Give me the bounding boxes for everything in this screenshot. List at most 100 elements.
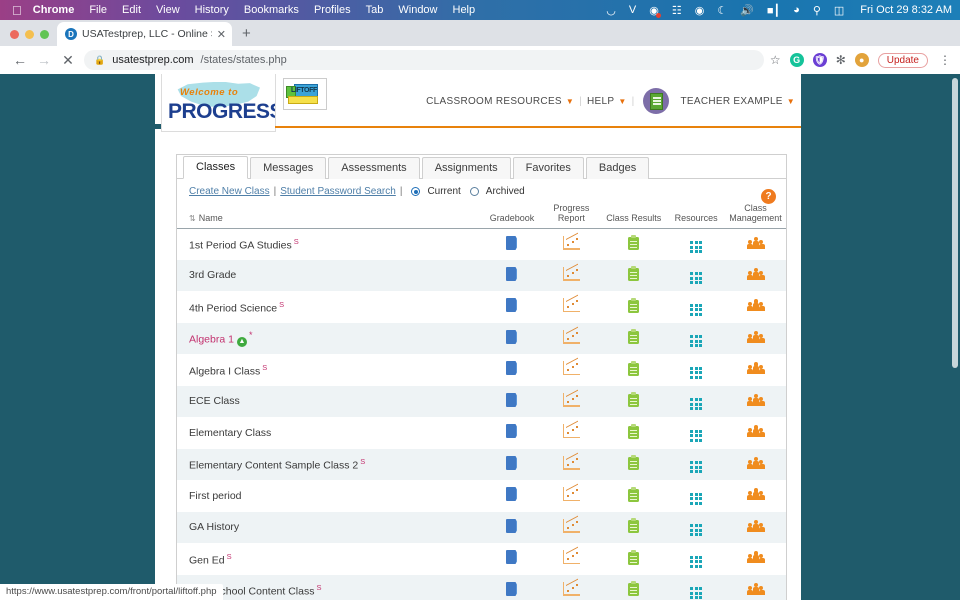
- class-management-cell[interactable]: [725, 228, 786, 260]
- class-results-cell[interactable]: [600, 575, 667, 600]
- gradebook-cell[interactable]: [482, 386, 543, 418]
- new-tab-button[interactable]: +: [232, 25, 259, 46]
- class-name-cell[interactable]: High School Content Class S: [177, 575, 482, 600]
- student-password-search-link[interactable]: Student Password Search: [280, 186, 396, 197]
- address-bar[interactable]: 🔒 usatestprep.com/states/states.php: [84, 50, 764, 70]
- progress-report-cell[interactable]: [542, 575, 600, 600]
- class-name-cell[interactable]: Algebra I Class S: [177, 354, 482, 386]
- vpn-icon[interactable]: ◡: [606, 4, 616, 17]
- color-extension-icon[interactable]: ●: [854, 53, 869, 67]
- class-results-cell[interactable]: [600, 228, 667, 260]
- gradebook-cell[interactable]: [482, 480, 543, 512]
- site-logo[interactable]: Welcome to PROGRESS: [161, 74, 276, 132]
- class-name-cell[interactable]: Gen Ed S: [177, 543, 482, 575]
- avatar[interactable]: [643, 88, 670, 114]
- class-name-cell[interactable]: 4th Period Science S: [177, 291, 482, 323]
- menu-bookmarks[interactable]: Bookmarks: [244, 4, 299, 16]
- class-management-cell[interactable]: [725, 260, 786, 292]
- apple-logo-icon[interactable]: : [12, 4, 22, 17]
- class-name-cell[interactable]: Elementary Class: [177, 417, 482, 449]
- progress-report-cell[interactable]: [542, 323, 600, 355]
- table-row[interactable]: Gen Ed S: [177, 543, 786, 575]
- table-row[interactable]: ECE Class: [177, 385, 786, 418]
- tab-assignments[interactable]: Assignments: [421, 157, 511, 179]
- class-results-cell[interactable]: [600, 449, 667, 481]
- progress-report-cell[interactable]: [542, 480, 600, 512]
- class-results-cell[interactable]: [600, 323, 667, 355]
- class-management-cell[interactable]: [725, 543, 786, 575]
- table-row[interactable]: 3rd Grade: [177, 259, 786, 292]
- menu-file[interactable]: File: [89, 4, 107, 16]
- gradebook-cell[interactable]: [482, 228, 543, 260]
- class-management-cell[interactable]: [725, 575, 786, 600]
- class-management-cell[interactable]: [725, 291, 786, 323]
- create-new-class-link[interactable]: Create New Class: [189, 186, 270, 197]
- table-row[interactable]: GA History: [177, 511, 786, 544]
- browser-tab[interactable]: D USATestprep, LLC - Online Sta ✕: [57, 22, 232, 46]
- class-name-cell[interactable]: ECE Class: [177, 386, 482, 418]
- table-row[interactable]: First period: [177, 480, 786, 512]
- menu-chrome[interactable]: Chrome: [33, 4, 75, 16]
- gradebook-cell[interactable]: [482, 354, 543, 386]
- resources-cell[interactable]: [667, 260, 725, 292]
- class-results-cell[interactable]: [600, 480, 667, 512]
- class-name-cell[interactable]: 3rd Grade: [177, 260, 482, 292]
- tab-close-icon[interactable]: ✕: [217, 28, 226, 41]
- resources-cell[interactable]: [667, 512, 725, 544]
- nav-help[interactable]: HELP ▼: [587, 96, 627, 107]
- progress-report-cell[interactable]: [542, 386, 600, 418]
- v-icon[interactable]: V: [629, 4, 636, 16]
- class-results-cell[interactable]: [600, 543, 667, 575]
- progress-report-cell[interactable]: [542, 260, 600, 292]
- progress-report-cell[interactable]: [542, 512, 600, 544]
- resources-cell[interactable]: [667, 354, 725, 386]
- class-management-cell[interactable]: [725, 449, 786, 481]
- forward-button[interactable]: →: [32, 52, 56, 68]
- resources-cell[interactable]: [667, 323, 725, 355]
- tab-messages[interactable]: Messages: [250, 157, 327, 179]
- progress-report-cell[interactable]: [542, 449, 600, 481]
- gradebook-cell[interactable]: [482, 323, 543, 355]
- class-name-cell[interactable]: 1st Period GA Studies S: [177, 228, 482, 260]
- class-management-cell[interactable]: [725, 417, 786, 449]
- class-results-cell[interactable]: [600, 386, 667, 418]
- resources-cell[interactable]: [667, 543, 725, 575]
- class-results-cell[interactable]: [600, 260, 667, 292]
- dnd-moon-icon[interactable]: ☾: [717, 4, 727, 17]
- table-row[interactable]: 1st Period GA Studies S: [177, 228, 786, 260]
- bookmark-star-icon[interactable]: ☆: [770, 53, 781, 67]
- update-button[interactable]: Update: [877, 52, 928, 68]
- tab-favorites[interactable]: Favorites: [512, 157, 584, 179]
- table-row[interactable]: Elementary Content Sample Class 2S: [177, 448, 786, 481]
- resources-cell[interactable]: [667, 291, 725, 323]
- back-button[interactable]: ←: [8, 52, 32, 68]
- table-row[interactable]: Algebra I Class S: [177, 354, 786, 386]
- menu-view[interactable]: View: [156, 4, 180, 16]
- menu-window[interactable]: Window: [398, 4, 437, 16]
- resources-cell[interactable]: [667, 575, 725, 600]
- nav-teacher-example[interactable]: TEACHER EXAMPLE ▼: [680, 96, 795, 107]
- control-center-icon[interactable]: ◫: [834, 4, 844, 17]
- class-results-cell[interactable]: [600, 354, 667, 386]
- class-management-cell[interactable]: [725, 512, 786, 544]
- shield-extension-icon[interactable]: 🛡: [812, 53, 827, 67]
- resources-cell[interactable]: [667, 449, 725, 481]
- minimize-window-button[interactable]: [25, 30, 34, 39]
- progress-report-cell[interactable]: [542, 543, 600, 575]
- class-management-cell[interactable]: [725, 386, 786, 418]
- class-name-cell[interactable]: Elementary Content Sample Class 2S: [177, 449, 482, 481]
- class-results-cell[interactable]: [600, 512, 667, 544]
- gradebook-cell[interactable]: [482, 291, 543, 323]
- resources-cell[interactable]: [667, 228, 725, 260]
- progress-report-cell[interactable]: [542, 354, 600, 386]
- class-results-cell[interactable]: [600, 417, 667, 449]
- class-name-cell[interactable]: GA History: [177, 512, 482, 544]
- class-name-cell[interactable]: First period: [177, 480, 482, 512]
- class-management-cell[interactable]: [725, 354, 786, 386]
- tab-classes[interactable]: Classes: [183, 156, 249, 179]
- progress-report-cell[interactable]: [542, 291, 600, 323]
- progress-report-cell[interactable]: [542, 417, 600, 449]
- radio-archived[interactable]: [469, 187, 479, 196]
- progress-report-cell[interactable]: [542, 228, 600, 260]
- tab-badges[interactable]: Badges: [585, 157, 650, 179]
